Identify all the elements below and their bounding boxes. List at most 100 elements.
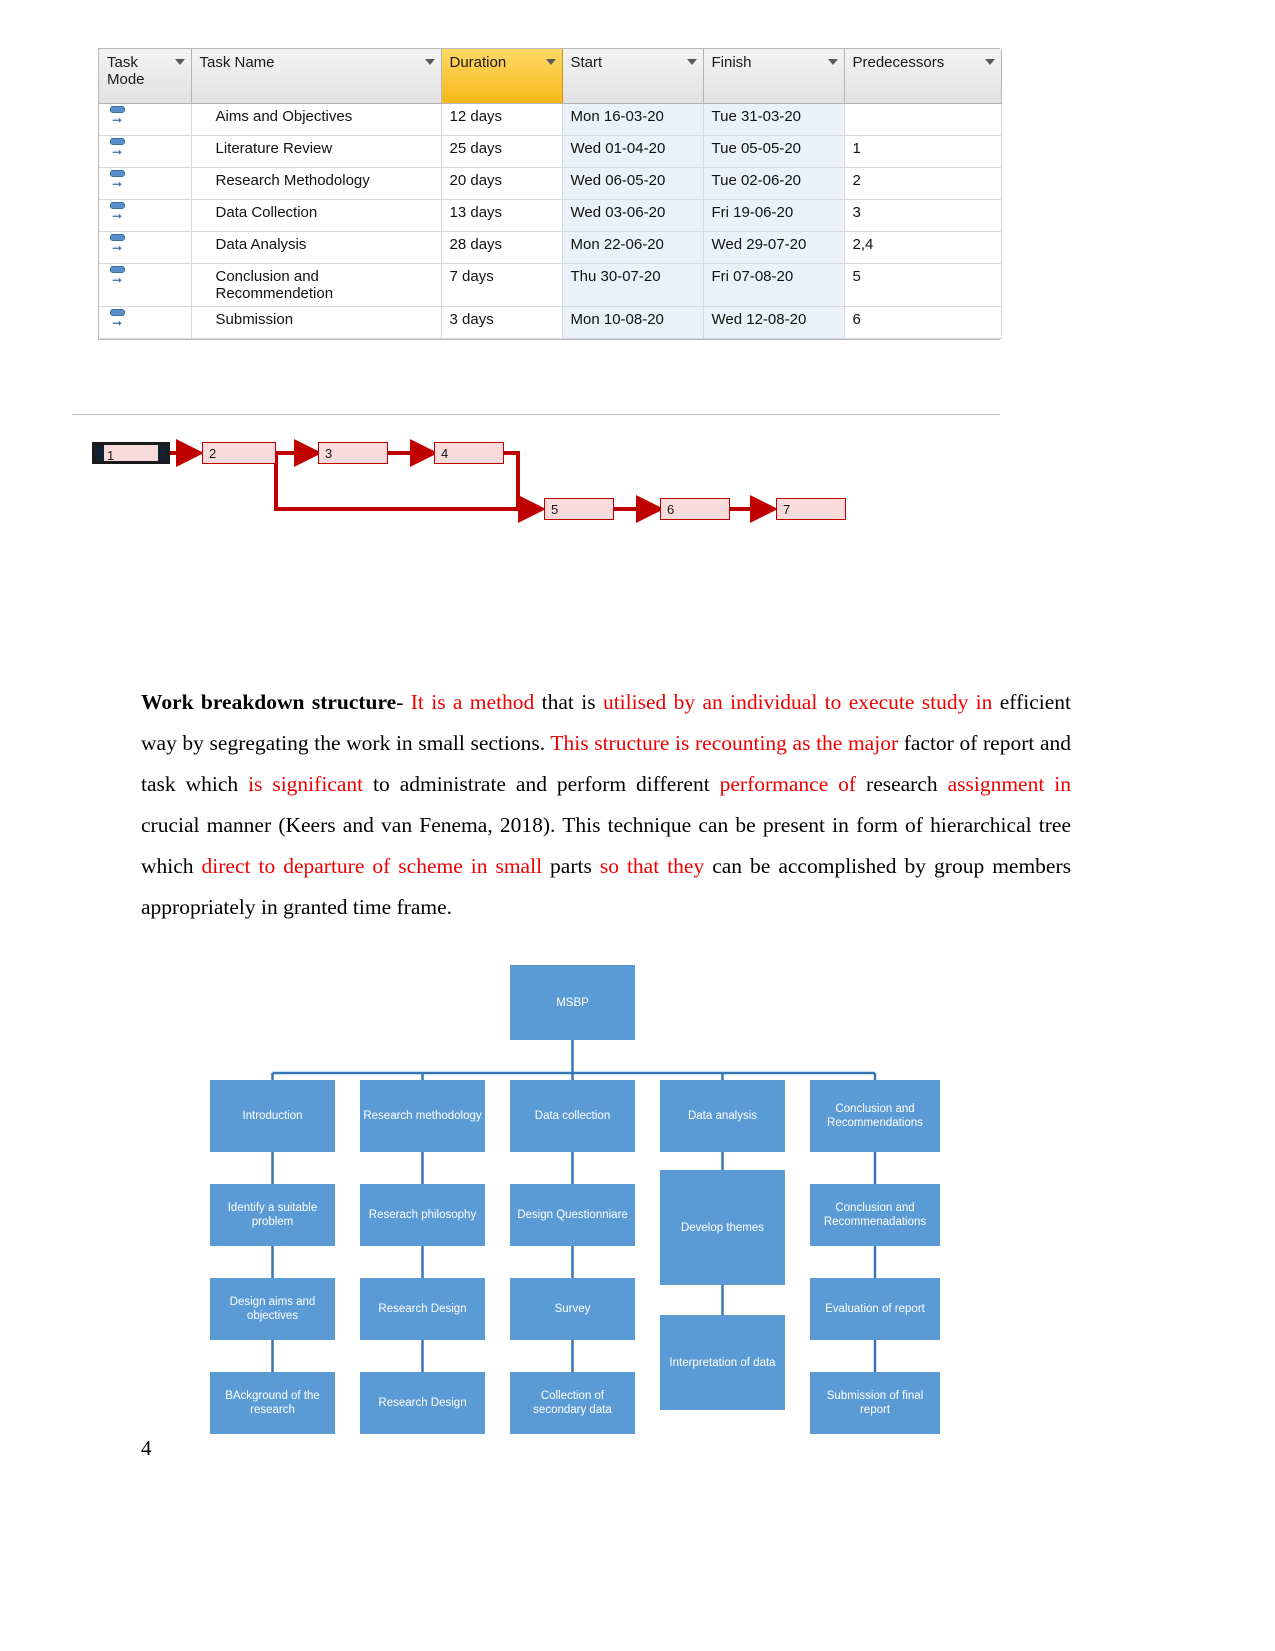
column-header-task-name[interactable]: Task Name (191, 49, 442, 104)
network-node-6[interactable]: 6 (660, 498, 730, 520)
network-node-5[interactable]: 5 (544, 498, 614, 520)
wbs-item-5-2[interactable]: Evaluation of report (810, 1278, 940, 1340)
column-header-start[interactable]: Start (562, 49, 704, 104)
column-header-duration[interactable]: Duration (441, 49, 563, 104)
duration-cell[interactable]: 3 days (441, 306, 563, 339)
table-row[interactable]: ➞ Literature Review 25 days Wed 01-04-20 Tue… (99, 135, 1002, 168)
wbs-root-box[interactable]: MSBP (510, 965, 635, 1040)
network-node-1[interactable]: 1 (92, 442, 170, 464)
wbs-item-2-3[interactable]: Research Design (360, 1372, 485, 1434)
finish-cell[interactable]: Fri 19-06-20 (703, 199, 845, 232)
duration-cell[interactable]: 28 days (441, 231, 563, 264)
start-cell[interactable]: Thu 30-07-20 (562, 263, 704, 307)
start-cell[interactable]: Mon 22-06-20 (562, 231, 704, 264)
task-mode-cell[interactable]: ➞ (99, 135, 192, 168)
wbs-item-5-1[interactable]: Conclusion and Recommenadations (810, 1184, 940, 1246)
start-cell[interactable]: Mon 10-08-20 (562, 306, 704, 339)
task-name-cell[interactable]: Aims and Objectives (191, 103, 442, 136)
paragraph-segment: research (866, 771, 948, 796)
task-name-cell[interactable]: Literature Review (191, 135, 442, 168)
chevron-down-icon[interactable] (174, 59, 185, 65)
task-name-cell[interactable]: Conclusion and Recommendetion (191, 263, 442, 307)
duration-cell[interactable]: 20 days (441, 167, 563, 200)
column-header-label: Duration (449, 54, 507, 71)
page-number: 4 (141, 1436, 152, 1460)
task-mode-cell[interactable]: ➞ (99, 306, 192, 339)
chevron-down-icon[interactable] (827, 59, 838, 65)
predecessors-cell[interactable]: 3 (844, 199, 1002, 232)
paragraph-segment: - (396, 689, 411, 714)
finish-cell[interactable]: Fri 07-08-20 (703, 263, 845, 307)
wbs-branch-header-2[interactable]: Research methodology (360, 1080, 485, 1152)
duration-cell[interactable]: 13 days (441, 199, 563, 232)
wbs-branch-header-5[interactable]: Conclusion and Recommendations (810, 1080, 940, 1152)
finish-cell[interactable]: Wed 29-07-20 (703, 231, 845, 264)
wbs-item-2-2[interactable]: Research Design (360, 1278, 485, 1340)
duration-cell[interactable]: 25 days (441, 135, 563, 168)
network-node-2[interactable]: 2 (202, 442, 276, 464)
network-node-4[interactable]: 4 (434, 442, 504, 464)
column-header-predecessors[interactable]: Predecessors (844, 49, 1002, 104)
predecessors-cell[interactable]: 1 (844, 135, 1002, 168)
task-name-cell[interactable]: Data Analysis (191, 231, 442, 264)
task-mode-cell[interactable]: ➞ (99, 231, 192, 264)
table-row[interactable]: ➞ Submission 3 days Mon 10-08-20 Wed 12-08-2… (99, 306, 1002, 339)
task-name-cell[interactable]: Data Collection (191, 199, 442, 232)
paragraph-segment: This structure is recounting as the majo… (550, 730, 904, 755)
wbs-item-1-3[interactable]: BAckground of the research (210, 1372, 335, 1434)
task-mode-cell[interactable]: ➞ (99, 199, 192, 232)
wbs-item-3-2[interactable]: Survey (510, 1278, 635, 1340)
duration-cell[interactable]: 7 days (441, 263, 563, 307)
chevron-down-icon[interactable] (545, 59, 556, 65)
predecessors-cell[interactable]: 6 (844, 306, 1002, 339)
auto-schedule-icon: ➞ (109, 138, 131, 158)
wbs-item-4-2[interactable]: Interpretation of data (660, 1315, 785, 1410)
start-cell[interactable]: Wed 01-04-20 (562, 135, 704, 168)
wbs-branch-header-4[interactable]: Data analysis (660, 1080, 785, 1152)
wbs-branch-header-1[interactable]: Introduction (210, 1080, 335, 1152)
predecessors-cell[interactable] (844, 103, 1002, 136)
wbs-item-3-3[interactable]: Collection of secondary data (510, 1372, 635, 1434)
wbs-item-4-1[interactable]: Develop themes (660, 1170, 785, 1285)
finish-cell[interactable]: Tue 02-06-20 (703, 167, 845, 200)
wbs-item-2-1[interactable]: Reserach philosophy (360, 1184, 485, 1246)
column-header-finish[interactable]: Finish (703, 49, 845, 104)
finish-cell[interactable]: Tue 05-05-20 (703, 135, 845, 168)
table-row[interactable]: ➞ Data Collection 13 days Wed 03-06-20 Fri 1… (99, 199, 1002, 232)
table-row[interactable]: ➞ Aims and Objectives 12 days Mon 16-03-20 T… (99, 103, 1002, 136)
wbs-branch-header-3[interactable]: Data collection (510, 1080, 635, 1152)
auto-schedule-icon: ➞ (109, 309, 131, 329)
start-cell[interactable]: Mon 16-03-20 (562, 103, 704, 136)
task-table: Task Mode Task Name Duration Start Finis… (99, 49, 1002, 339)
finish-cell[interactable]: Wed 12-08-20 (703, 306, 845, 339)
table-header-row: Task Mode Task Name Duration Start Finis… (99, 49, 1002, 104)
wbs-item-1-1[interactable]: Identify a suitable problem (210, 1184, 335, 1246)
chevron-down-icon[interactable] (424, 59, 435, 65)
task-name-cell[interactable]: Submission (191, 306, 442, 339)
wbs-item-5-3[interactable]: Submission of final report (810, 1372, 940, 1434)
predecessors-cell[interactable]: 2 (844, 167, 1002, 200)
predecessors-cell[interactable]: 5 (844, 263, 1002, 307)
table-row[interactable]: ➞ Data Analysis 28 days Mon 22-06-20 Wed 29-… (99, 231, 1002, 264)
table-row[interactable]: ➞ Conclusion and Recommendetion 7 days Thu … (99, 263, 1002, 307)
task-name-cell[interactable]: Research Methodology (191, 167, 442, 200)
duration-cell[interactable]: 12 days (441, 103, 563, 136)
start-cell[interactable]: Wed 03-06-20 (562, 199, 704, 232)
chevron-down-icon[interactable] (686, 59, 697, 65)
work-breakdown-structure-paragraph: Work breakdown structure- It is a method… (141, 682, 1071, 928)
start-cell[interactable]: Wed 06-05-20 (562, 167, 704, 200)
column-header-label: Finish (711, 54, 752, 71)
network-node-3[interactable]: 3 (318, 442, 388, 464)
predecessors-cell[interactable]: 2,4 (844, 231, 1002, 264)
column-header-task-mode[interactable]: Task Mode (99, 49, 192, 104)
wbs-item-3-1[interactable]: Design Questionniare (510, 1184, 635, 1246)
wbs-item-1-2[interactable]: Design aims and objectives (210, 1278, 335, 1340)
task-mode-cell[interactable]: ➞ (99, 103, 192, 136)
task-mode-cell[interactable]: ➞ (99, 263, 192, 307)
chevron-down-icon[interactable] (984, 59, 995, 65)
task-mode-cell[interactable]: ➞ (99, 167, 192, 200)
network-node-7[interactable]: 7 (776, 498, 846, 520)
finish-cell[interactable]: Tue 31-03-20 (703, 103, 845, 136)
column-header-label: Task Mode (107, 54, 145, 89)
table-row[interactable]: ➞ Research Methodology 20 days Wed 06-05-20… (99, 167, 1002, 200)
